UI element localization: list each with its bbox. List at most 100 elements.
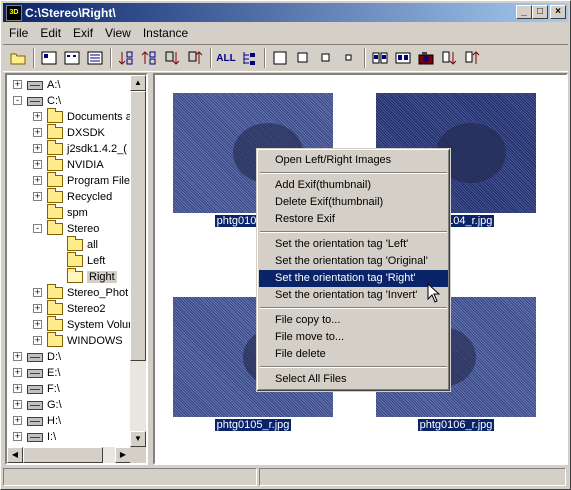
close-button[interactable]: × bbox=[550, 5, 566, 19]
context-menu-item[interactable]: File copy to... bbox=[259, 312, 448, 329]
context-menu-item[interactable]: File delete bbox=[259, 346, 448, 363]
tree-node[interactable]: spm bbox=[47, 204, 88, 221]
thumb-large-button[interactable] bbox=[269, 47, 291, 69]
large-icons-button[interactable] bbox=[38, 47, 60, 69]
tree-node[interactable]: + D:\ bbox=[13, 349, 61, 365]
select-all-button[interactable]: ALL bbox=[215, 47, 237, 69]
thumb-medium-button[interactable] bbox=[292, 47, 314, 69]
context-menu-item[interactable]: Delete Exif(thumbnail) bbox=[259, 194, 448, 211]
scroll-up-button[interactable]: ▲ bbox=[130, 75, 146, 91]
thumb-tiny-button[interactable] bbox=[338, 47, 360, 69]
expand-icon[interactable]: + bbox=[33, 160, 42, 169]
camera-button[interactable] bbox=[415, 47, 437, 69]
open-folder-button[interactable] bbox=[7, 47, 29, 69]
tree-node[interactable]: + I:\ bbox=[13, 429, 56, 445]
expand-icon[interactable]: + bbox=[33, 144, 42, 153]
stereo-pair-button[interactable] bbox=[369, 47, 391, 69]
folder-icon bbox=[47, 332, 63, 347]
drive-icon bbox=[27, 384, 43, 394]
tree-node[interactable]: + j2sdk1.4.2_( bbox=[33, 140, 127, 157]
collapse-icon[interactable]: - bbox=[13, 96, 22, 105]
expand-icon[interactable]: + bbox=[33, 112, 42, 121]
tree-node[interactable]: + G:\ bbox=[13, 397, 62, 413]
tree-node[interactable]: - C:\ bbox=[13, 93, 61, 109]
maximize-button[interactable]: □ bbox=[532, 5, 548, 19]
expand-icon[interactable]: + bbox=[13, 416, 22, 425]
hscroll-thumb[interactable] bbox=[23, 447, 103, 463]
tree-node[interactable]: + Program File bbox=[33, 172, 130, 189]
tree-node[interactable]: + DXSDK bbox=[33, 124, 105, 141]
context-menu-item[interactable]: Open Left/Right Images bbox=[259, 152, 448, 169]
folder-icon bbox=[47, 108, 63, 123]
scroll-left-button[interactable]: ◀ bbox=[7, 447, 23, 463]
sort-date-button[interactable] bbox=[161, 47, 183, 69]
tree-node[interactable]: + F:\ bbox=[13, 381, 60, 397]
sort-size-button[interactable] bbox=[184, 47, 206, 69]
context-menu-item[interactable]: Set the orientation tag 'Right' bbox=[259, 270, 448, 287]
export-down-button[interactable] bbox=[438, 47, 460, 69]
scroll-right-button[interactable]: ▶ bbox=[115, 447, 131, 463]
context-menu-item[interactable]: Set the orientation tag 'Invert' bbox=[259, 287, 448, 304]
tree-node[interactable]: Left bbox=[67, 252, 105, 269]
app-icon[interactable]: 3D bbox=[6, 4, 22, 21]
menu-view[interactable]: View bbox=[99, 26, 137, 40]
tree-node[interactable]: Right bbox=[67, 268, 117, 285]
collapse-icon[interactable]: - bbox=[33, 224, 42, 233]
menu-instance[interactable]: Instance bbox=[137, 26, 194, 40]
expand-icon[interactable]: + bbox=[13, 384, 22, 393]
context-menu-item[interactable]: Restore Exif bbox=[259, 211, 448, 228]
tree-node[interactable]: + E:\ bbox=[13, 365, 60, 381]
tree-node[interactable]: + H:\ bbox=[13, 413, 61, 429]
scroll-thumb[interactable] bbox=[130, 91, 146, 361]
thumb-small-button[interactable] bbox=[315, 47, 337, 69]
main-window: 3D C:\Stereo\Right\ _ □ × File Edit Exif… bbox=[0, 0, 571, 490]
folder-tree[interactable]: + A:\ - C:\ + Documents a + DXSDK + j2sdk1.4.2_(+… bbox=[5, 73, 148, 465]
tree-node[interactable]: all bbox=[67, 236, 98, 253]
stereo-view-button[interactable] bbox=[392, 47, 414, 69]
expand-icon[interactable]: + bbox=[33, 128, 42, 137]
tree-node[interactable]: + Documents a bbox=[33, 108, 131, 125]
context-menu-item[interactable]: Add Exif(thumbnail) bbox=[259, 177, 448, 194]
minimize-button[interactable]: _ bbox=[516, 5, 532, 19]
window-title: C:\Stereo\Right\ bbox=[25, 5, 116, 20]
expand-icon[interactable]: + bbox=[13, 400, 22, 409]
context-menu-item[interactable]: Set the orientation tag 'Original' bbox=[259, 253, 448, 270]
sort-descending-button[interactable] bbox=[138, 47, 160, 69]
menu-file[interactable]: File bbox=[3, 26, 34, 40]
expand-icon[interactable]: + bbox=[33, 192, 42, 201]
tree-node[interactable]: + A:\ bbox=[13, 77, 60, 93]
small-icons-button[interactable] bbox=[61, 47, 83, 69]
tree-node[interactable]: + Stereo2 bbox=[33, 300, 106, 317]
menu-exif[interactable]: Exif bbox=[67, 26, 99, 40]
tree-node[interactable]: + NVIDIA bbox=[33, 156, 104, 173]
tree-node[interactable]: + Stereo_Phot bbox=[33, 284, 128, 301]
tree-horizontal-scrollbar[interactable]: ◀ ▶ bbox=[7, 447, 131, 463]
expand-icon[interactable]: + bbox=[33, 336, 42, 345]
context-menu-item[interactable]: File move to... bbox=[259, 329, 448, 346]
expand-icon[interactable]: + bbox=[33, 176, 42, 185]
tree-node[interactable]: + WINDOWS bbox=[33, 332, 123, 349]
context-menu-item[interactable]: Select All Files bbox=[259, 371, 448, 388]
context-menu-item[interactable]: Set the orientation tag 'Left' bbox=[259, 236, 448, 253]
tree-node[interactable]: + Recycled bbox=[33, 188, 112, 205]
expand-icon[interactable]: + bbox=[13, 368, 22, 377]
sort-ascending-button[interactable] bbox=[115, 47, 137, 69]
tree-node[interactable]: - Stereo bbox=[33, 220, 99, 237]
scroll-down-button[interactable]: ▼ bbox=[130, 431, 146, 447]
expand-icon[interactable]: + bbox=[33, 288, 42, 297]
expand-icon[interactable]: + bbox=[13, 80, 22, 89]
expand-icon[interactable]: + bbox=[13, 432, 22, 441]
export-up-button[interactable] bbox=[461, 47, 483, 69]
open-folder-icon bbox=[67, 268, 83, 283]
title-bar[interactable]: 3D C:\Stereo\Right\ _ □ × bbox=[3, 3, 568, 22]
tree-view-button[interactable] bbox=[238, 47, 260, 69]
expand-icon[interactable]: + bbox=[33, 320, 42, 329]
expand-icon[interactable]: + bbox=[33, 304, 42, 313]
details-view-button[interactable] bbox=[84, 47, 106, 69]
tree-node[interactable]: + System Volur bbox=[33, 316, 131, 333]
stereo-pair-icon bbox=[372, 52, 388, 64]
status-panel-left bbox=[3, 468, 257, 486]
expand-icon[interactable]: + bbox=[13, 352, 22, 361]
menu-edit[interactable]: Edit bbox=[34, 26, 67, 40]
tree-vertical-scrollbar[interactable]: ▲ ▼ bbox=[130, 75, 146, 447]
